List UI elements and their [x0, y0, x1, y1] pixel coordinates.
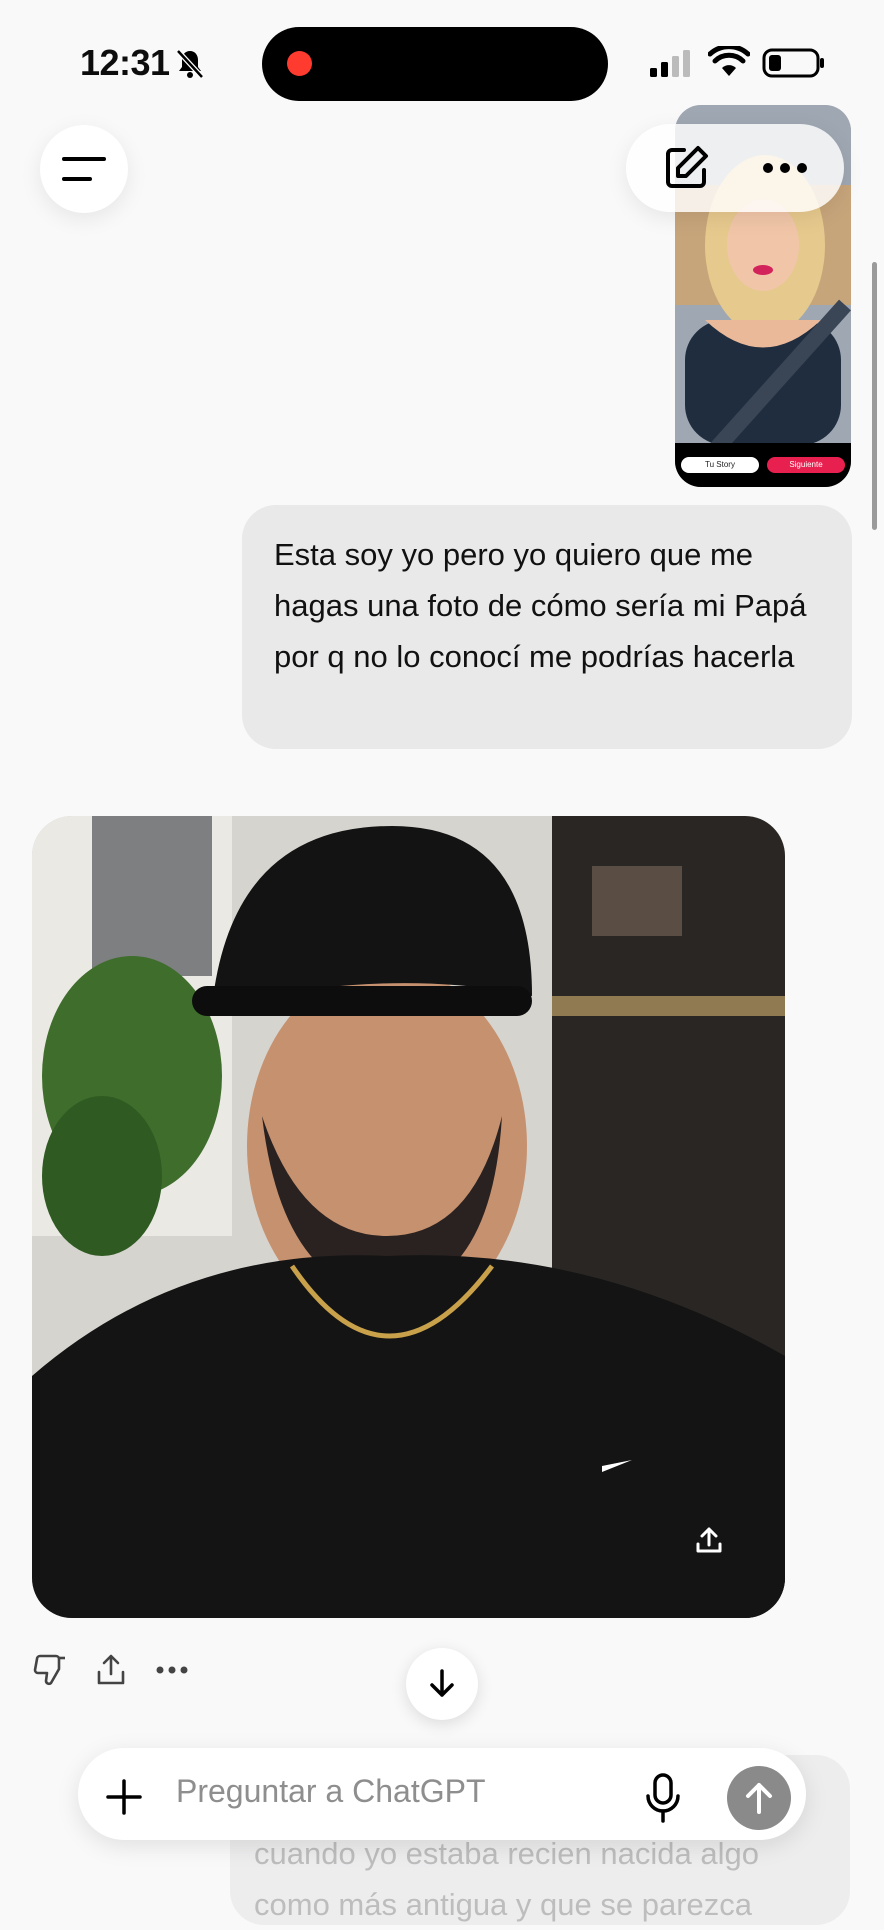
status-time: 12:31 — [80, 42, 170, 83]
plus-icon[interactable] — [104, 1777, 144, 1817]
mic-icon[interactable] — [644, 1772, 682, 1824]
dislike-button[interactable] — [30, 1650, 70, 1690]
wifi-icon — [708, 46, 750, 76]
share-icon — [97, 1654, 125, 1685]
share-icon — [696, 1527, 722, 1553]
more-icon — [156, 1666, 188, 1674]
battery-icon — [762, 48, 824, 78]
cellular-signal-icon — [650, 50, 690, 77]
thumbnail-chip-next: Siguiente — [767, 457, 845, 473]
thumbs-down-icon — [33, 1654, 65, 1686]
recording-indicator — [287, 51, 312, 76]
more-actions-button[interactable] — [152, 1650, 192, 1690]
menu-button[interactable] — [40, 125, 128, 213]
thumbnail-chip-story: Tu Story — [681, 457, 759, 473]
user-message-bubble: Esta soy yo pero yo quiero que me hagas … — [242, 505, 852, 749]
thumbnail-story-bar: Tu Story Siguiente — [675, 443, 851, 487]
generated-image[interactable] — [32, 816, 785, 1618]
arrow-up-icon — [746, 1783, 772, 1814]
next-message-line: como más antigua y que se parezca — [254, 1887, 752, 1922]
menu-icon — [62, 157, 106, 181]
edit-icon[interactable] — [662, 144, 710, 192]
next-message-text: cuando yo estaba recien nacida algo como… — [254, 1828, 854, 1930]
share-response-button[interactable] — [91, 1650, 131, 1690]
prompt-input[interactable]: Preguntar a ChatGPT — [176, 1773, 485, 1810]
scrollbar[interactable] — [872, 262, 877, 530]
generated-photo-illustration — [32, 816, 785, 1618]
more-icon[interactable] — [761, 161, 809, 175]
dynamic-island — [262, 27, 608, 101]
top-actions — [626, 124, 844, 212]
send-button[interactable] — [727, 1766, 791, 1830]
scroll-down-button[interactable] — [406, 1648, 478, 1720]
bell-slash-icon — [176, 49, 204, 79]
image-share-button[interactable] — [674, 1506, 744, 1576]
arrow-down-icon — [430, 1669, 454, 1697]
